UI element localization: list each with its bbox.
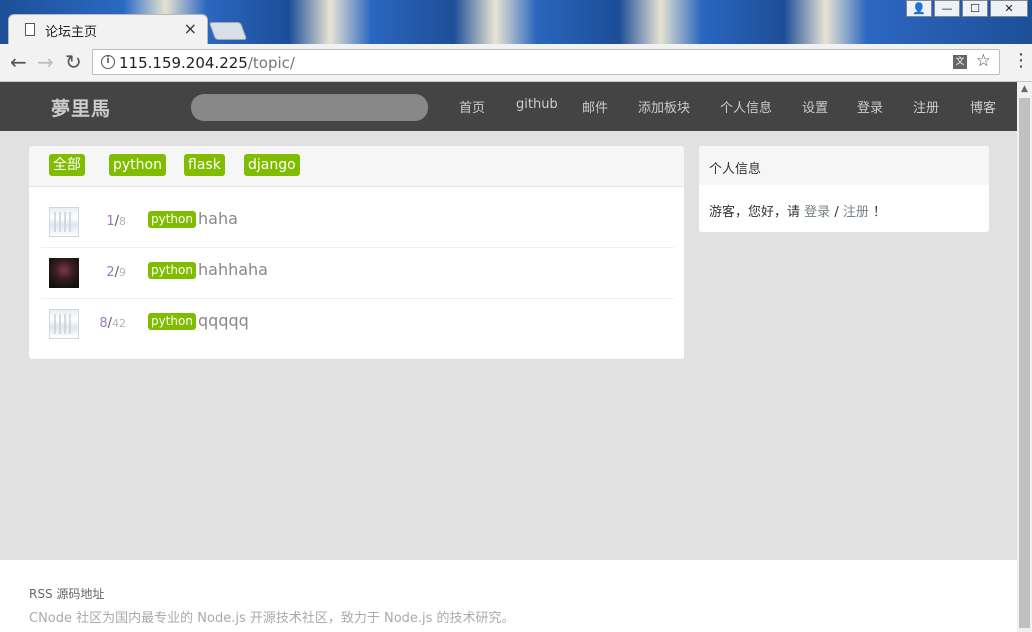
topic-counts: 1/8 <box>106 214 126 229</box>
browser-toolbar: ← → ↻ i 115.159.204.225/topic/ 文 ☆ ⋮ <box>0 44 1032 82</box>
browser-tab[interactable]: 论坛主页 × <box>8 14 208 44</box>
nav-mail[interactable]: 邮件 <box>582 97 608 116</box>
window-titlebar: 论坛主页 × 👤 — ☐ ✕ <box>0 0 1032 44</box>
nav-github[interactable]: github <box>516 97 558 112</box>
site-footer: RSS 源码地址 CNode 社区为国内最专业的 Node.js 开源技术社区，… <box>0 560 1017 632</box>
tab-title: 论坛主页 <box>45 25 98 40</box>
nav-register[interactable]: 注册 <box>913 97 939 116</box>
topic-title[interactable]: hahhaha <box>198 260 268 279</box>
profile-panel-title: 个人信息 <box>709 162 762 177</box>
nav-profile[interactable]: 个人信息 <box>720 97 772 116</box>
reply-count: 8 <box>99 316 108 331</box>
slash-separator: / <box>834 205 839 220</box>
close-window-button[interactable]: ✕ <box>990 0 1028 17</box>
guest-greeting: 游客，您好，请 登录 / 注册 ！ <box>709 201 886 220</box>
site-navbar: 夢里馬 首页 github 邮件 添加板块 个人信息 设置 登录 注册 博客 <box>0 82 1017 131</box>
reply-count: 2 <box>106 265 115 280</box>
visit-count: 8 <box>119 215 126 228</box>
tab-django[interactable]: django <box>244 154 300 176</box>
tab-all[interactable]: 全部 <box>49 154 85 176</box>
forward-icon[interactable]: → <box>37 50 54 74</box>
topic-row[interactable]: 8/42 python qqqqq <box>41 299 674 349</box>
minimize-button[interactable]: — <box>934 0 960 17</box>
user-icon[interactable]: 👤 <box>906 0 932 17</box>
nav-add-board[interactable]: 添加板块 <box>638 97 690 116</box>
info-icon[interactable]: i <box>101 55 115 69</box>
exclaim-text: ！ <box>873 205 887 220</box>
url-path: /topic/ <box>247 54 295 72</box>
address-bar[interactable]: i 115.159.204.225/topic/ 文 ☆ <box>92 49 1000 75</box>
topic-tag: python <box>148 262 196 279</box>
page-viewport: 夢里馬 首页 github 邮件 添加板块 个人信息 设置 登录 注册 博客 全… <box>0 82 1017 632</box>
board-tabs: 全部 python flask django <box>29 146 684 187</box>
topic-row[interactable]: 1/8 python haha <box>41 197 674 248</box>
topic-counts: 8/42 <box>99 316 126 331</box>
profile-panel-header: 个人信息 <box>699 146 989 185</box>
topic-panel: 全部 python flask django 1/8 python haha 2… <box>29 146 684 359</box>
footer-links[interactable]: RSS 源码地址 <box>29 585 104 602</box>
browser-menu-icon[interactable]: ⋮ <box>1012 50 1030 71</box>
nav-home[interactable]: 首页 <box>459 97 485 116</box>
topic-tag: python <box>148 313 196 330</box>
nav-blog[interactable]: 博客 <box>970 97 996 116</box>
footer-description: CNode 社区为国内最专业的 Node.js 开源技术社区，致力于 Node.… <box>29 611 515 626</box>
login-link[interactable]: 登录 <box>804 205 830 220</box>
topic-title[interactable]: haha <box>198 209 238 228</box>
window-controls: 👤 — ☐ ✕ <box>906 0 1028 18</box>
maximize-button[interactable]: ☐ <box>962 0 988 17</box>
page-scrollbar[interactable]: ▲ <box>1017 82 1032 632</box>
greeting-text: 游客，您好，请 <box>709 205 801 220</box>
profile-panel: 个人信息 游客，您好，请 登录 / 注册 ！ <box>699 146 989 232</box>
visit-count: 42 <box>112 317 126 330</box>
scroll-thumb[interactable] <box>1019 98 1030 628</box>
reply-count: 1 <box>106 214 115 229</box>
tab-python[interactable]: python <box>109 154 166 176</box>
site-brand[interactable]: 夢里馬 <box>51 94 111 121</box>
nav-login[interactable]: 登录 <box>857 97 883 116</box>
document-icon <box>25 23 35 36</box>
url-host: 115.159.204.225 <box>119 54 248 72</box>
translate-icon[interactable]: 文 <box>953 55 967 69</box>
topic-row[interactable]: 2/9 python hahhaha <box>41 248 674 299</box>
scroll-up-icon[interactable]: ▲ <box>1021 84 1028 94</box>
topic-title[interactable]: qqqqq <box>198 311 249 330</box>
close-tab-icon[interactable]: × <box>184 19 197 38</box>
new-tab-button[interactable] <box>208 22 248 40</box>
topic-tag: python <box>148 211 196 228</box>
tab-flask[interactable]: flask <box>184 154 225 176</box>
reload-icon[interactable]: ↻ <box>65 50 82 74</box>
search-input[interactable] <box>191 94 428 121</box>
register-link[interactable]: 注册 <box>843 205 869 220</box>
back-icon[interactable]: ← <box>10 50 27 74</box>
url-text: 115.159.204.225/topic/ <box>119 54 295 72</box>
nav-settings[interactable]: 设置 <box>802 97 828 116</box>
visit-count: 9 <box>119 266 126 279</box>
bookmark-star-icon[interactable]: ☆ <box>976 51 991 71</box>
topic-counts: 2/9 <box>106 265 126 280</box>
